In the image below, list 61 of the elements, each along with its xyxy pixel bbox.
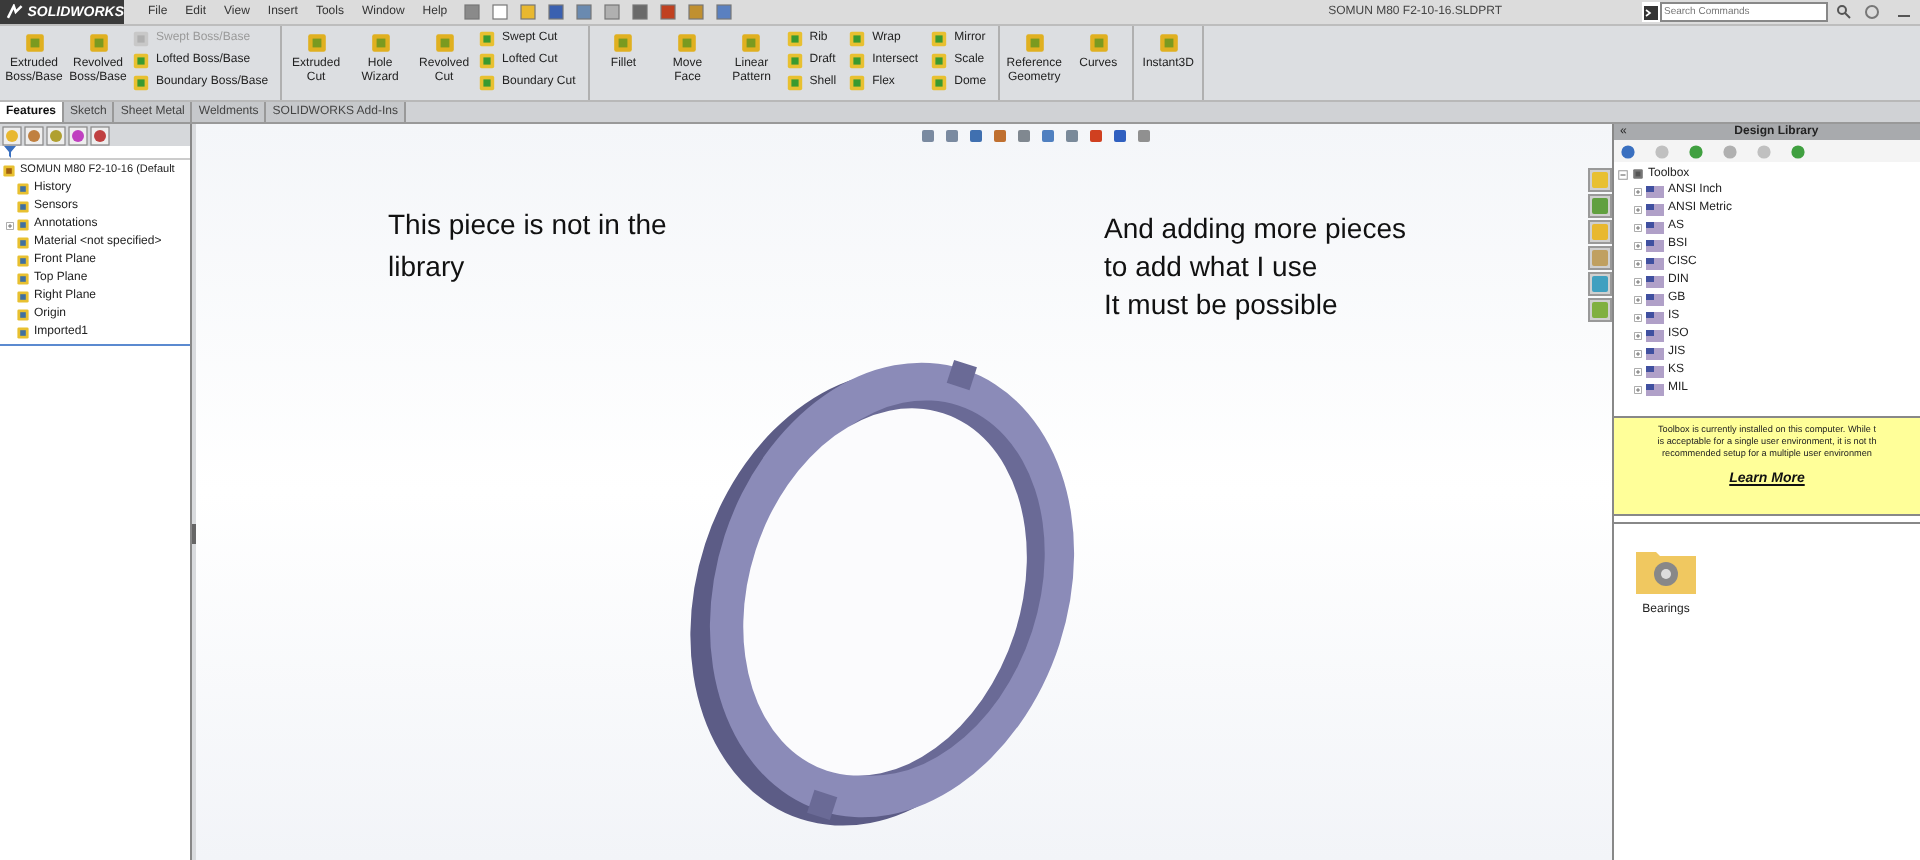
panel-tab-icon[interactable] [68, 125, 88, 145]
expand-icon[interactable] [1634, 259, 1642, 267]
feature-icon [369, 32, 392, 54]
feature-icon [433, 32, 456, 54]
expand-icon[interactable] [1634, 205, 1642, 213]
task-pane-tab[interactable] [1588, 194, 1612, 218]
task-pane-tab[interactable] [1588, 298, 1612, 322]
library-tool-icon[interactable] [1688, 143, 1704, 159]
annotation-text: This piece is not in the library [388, 206, 667, 286]
expand-icon[interactable] [6, 221, 14, 229]
expand-icon[interactable] [1634, 187, 1642, 195]
annotation-text: And adding more pieces to add what I use It must be possible [1104, 210, 1406, 324]
toolbox-icon [1632, 168, 1644, 180]
feature-icon [1087, 32, 1110, 54]
feature-icon [740, 32, 763, 54]
task-pane-tab[interactable] [1588, 272, 1612, 296]
task-pane-tab[interactable] [1588, 220, 1612, 244]
library-tool-icon[interactable] [1722, 143, 1738, 159]
expand-icon[interactable] [1634, 331, 1642, 339]
feature-icon [612, 32, 635, 54]
feature-icon [23, 32, 45, 54]
panel-tab-icon[interactable] [46, 125, 66, 145]
flag-icon [1646, 239, 1664, 251]
search-icon[interactable] [1836, 4, 1852, 20]
collapse-icon [1618, 169, 1628, 179]
flag-icon [1646, 311, 1664, 323]
library-tool-icon[interactable] [1620, 143, 1636, 159]
flag-icon [1646, 221, 1664, 233]
flag-icon [1646, 203, 1664, 215]
library-tool-icon[interactable] [1790, 143, 1806, 159]
help-icon[interactable] [1864, 4, 1880, 20]
flag-icon [1646, 329, 1664, 341]
feature-icon [305, 32, 328, 54]
panel-tab-icon[interactable] [90, 125, 110, 145]
panel-tab-icon[interactable] [2, 125, 22, 145]
flag-icon [1646, 185, 1664, 197]
logo-icon [6, 4, 24, 20]
feature-icon [87, 32, 109, 54]
flag-icon [1646, 293, 1664, 305]
flag-icon [1646, 365, 1664, 377]
feature-icon [1023, 32, 1046, 54]
terminal-icon [1644, 5, 1658, 19]
task-pane-tab[interactable] [1588, 168, 1612, 192]
expand-icon[interactable] [1634, 313, 1642, 321]
flag-icon [1646, 347, 1664, 359]
part-icon [2, 164, 16, 178]
task-pane-tab[interactable] [1588, 246, 1612, 270]
expand-icon[interactable] [1634, 295, 1642, 303]
feature-icon [1157, 32, 1180, 54]
expand-icon[interactable] [1634, 277, 1642, 285]
expand-icon[interactable] [1634, 223, 1642, 231]
splitter-handle-icon[interactable] [192, 524, 196, 544]
flag-icon [1646, 257, 1664, 269]
flag-icon [1646, 275, 1664, 287]
expand-icon[interactable] [1634, 367, 1642, 375]
expand-icon[interactable] [1634, 385, 1642, 393]
expand-icon[interactable] [1634, 241, 1642, 249]
feature-icon [676, 32, 699, 54]
expand-icon[interactable] [1634, 349, 1642, 357]
flag-icon [1646, 383, 1664, 395]
panel-tab-icon[interactable] [24, 125, 44, 145]
